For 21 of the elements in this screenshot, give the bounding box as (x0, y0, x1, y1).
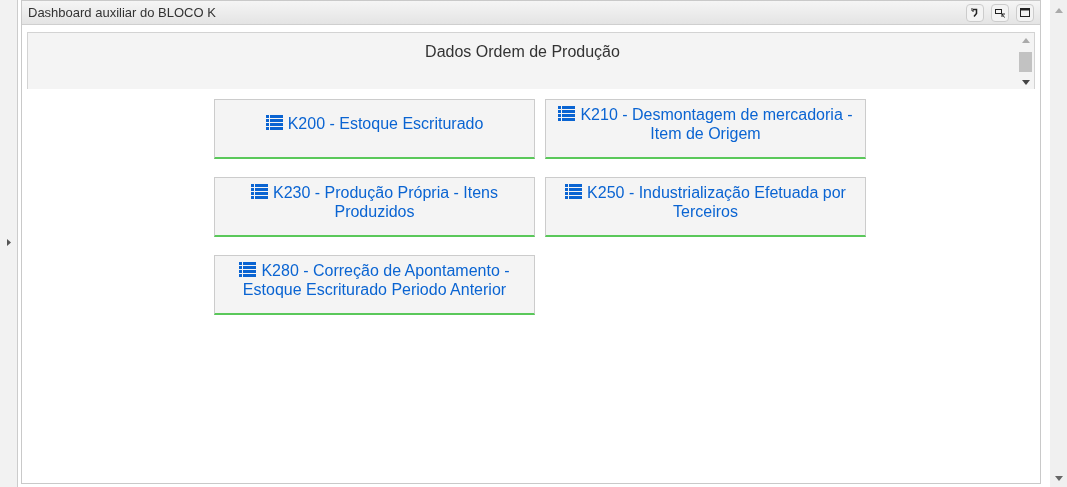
popout-button[interactable] (991, 3, 1009, 22)
list-icon (558, 105, 576, 121)
list-icon (239, 261, 257, 277)
undo-button[interactable] (966, 3, 984, 22)
maximize-icon (1020, 8, 1030, 17)
section-title: Dados Ordem de Produção (424, 42, 621, 62)
scroll-down-icon[interactable] (1054, 476, 1063, 481)
expand-arrow-icon[interactable] (6, 239, 11, 246)
report-button[interactable]: K210 - Desmontagem de mercadoria - Item de Origem (545, 99, 866, 159)
list-icon (251, 183, 268, 199)
panel-title: Dashboard auxiliar do BLOCO K (28, 5, 216, 20)
report-button[interactable]: K200 - Estoque Escriturado (214, 99, 535, 159)
list-icon (265, 115, 283, 130)
report-button[interactable]: K250 - Industrialização Efetuada por Terceiros (545, 177, 866, 237)
scroll-down-icon[interactable] (1021, 80, 1030, 85)
undo-icon (971, 7, 979, 18)
popout-icon (995, 7, 1005, 18)
report-button[interactable]: K280 - Correção de Apontamento - Estoque Escriturado Periodo Anterior (214, 255, 535, 315)
maximize-button[interactable] (1016, 3, 1034, 22)
report-button[interactable]: K230 - Produção Própria - Itens Produzidos (214, 177, 535, 237)
list-icon (565, 183, 583, 199)
